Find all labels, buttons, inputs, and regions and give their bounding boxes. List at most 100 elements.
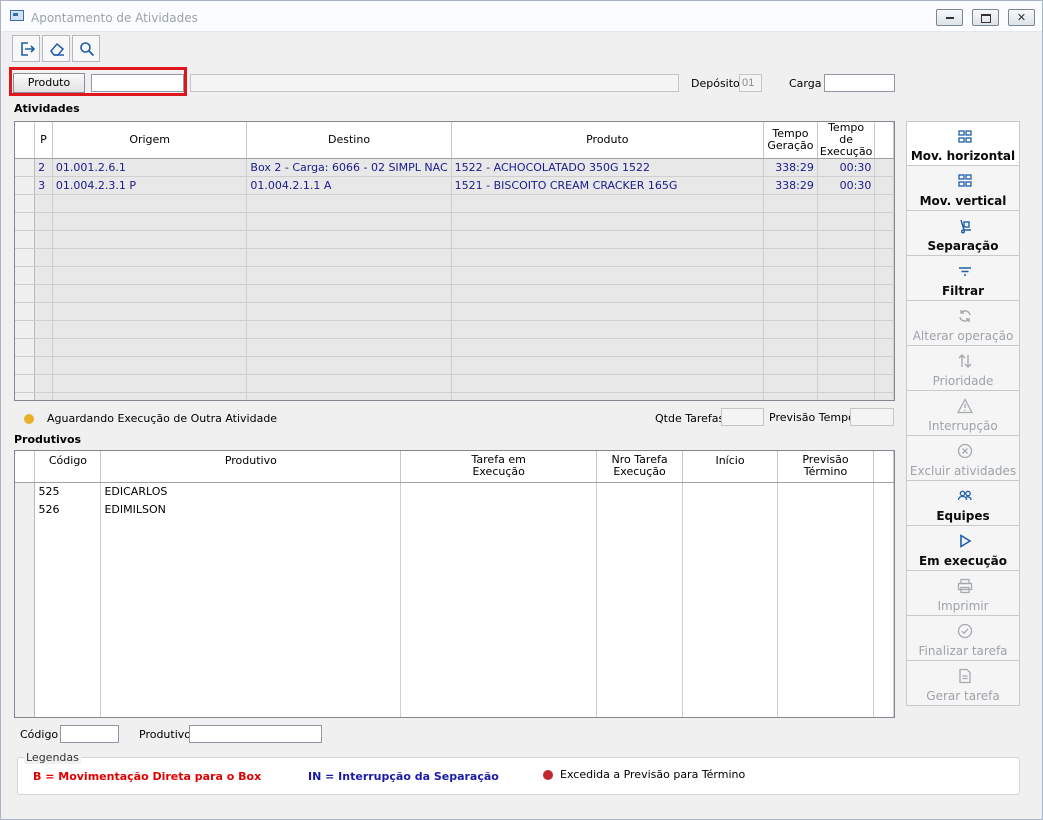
col-header-nro-tarefa[interactable]: Nro Tarefa Execução	[596, 451, 684, 483]
col-header-tempo-geracao[interactable]: Tempo Geração	[763, 122, 818, 159]
col-header-origem[interactable]: Origem	[52, 122, 248, 159]
row-header	[15, 302, 36, 321]
cell-destino: Box 2 - Carga: 6066 - 02 SIMPL NAC	[246, 158, 452, 177]
empty-row	[15, 518, 894, 537]
mov-vertical-button[interactable]: Mov. vertical	[906, 166, 1020, 211]
empty-cell	[52, 284, 248, 303]
exit-button[interactable]	[12, 35, 40, 62]
empty-cell	[817, 392, 876, 400]
carga-input[interactable]	[824, 74, 895, 92]
row-header[interactable]	[15, 158, 36, 177]
filter-icon	[959, 267, 971, 276]
produto-button[interactable]: Produto	[13, 73, 85, 93]
empty-cell	[596, 518, 684, 537]
col-header-produto[interactable]: Produto	[451, 122, 764, 159]
empty-cell	[451, 248, 764, 267]
imprimir-button[interactable]: Imprimir	[906, 571, 1020, 616]
separacao-button[interactable]: Separação	[906, 211, 1020, 256]
table-row[interactable]: 526 EDIMILSON	[15, 500, 894, 519]
actions-panel: Mov. horizontal Mov. vertical Separação …	[906, 121, 1020, 706]
equipes-button[interactable]: Equipes	[906, 481, 1020, 526]
empty-cell	[596, 536, 684, 555]
col-header-tempo-execucao[interactable]: Tempo de Execução	[817, 121, 876, 159]
minimize-button[interactable]	[936, 9, 963, 26]
empty-cell	[763, 194, 818, 213]
app-icon	[10, 10, 24, 21]
empty-cell	[34, 212, 53, 231]
excluir-atividades-button[interactable]: Excluir atividades	[906, 436, 1020, 481]
empty-cell	[400, 518, 598, 537]
empty-cell	[100, 680, 402, 699]
table-row[interactable]: 525 EDICARLOS	[15, 482, 894, 501]
cell-produtivo: EDIMILSON	[100, 500, 402, 519]
filtrar-button[interactable]: Filtrar	[906, 256, 1020, 301]
empty-cell	[400, 536, 598, 555]
empty-cell	[34, 608, 102, 627]
finalizar-tarefa-button[interactable]: Finalizar tarefa	[906, 616, 1020, 661]
empty-cell	[874, 194, 894, 213]
close-button[interactable]: ✕	[1008, 9, 1035, 26]
clear-button[interactable]	[42, 35, 70, 62]
produto-code-input[interactable]	[91, 74, 184, 92]
produtivo-input[interactable]	[189, 725, 322, 743]
alterar-operacao-button[interactable]: Alterar operação	[906, 301, 1020, 346]
row-header[interactable]	[15, 176, 36, 195]
equipes-label: Equipes	[936, 509, 990, 523]
cell-destino: 01.004.2.1.1 A	[246, 176, 452, 195]
search-button[interactable]	[72, 35, 100, 62]
produtivos-grid[interactable]: Código Produtivo Tarefa em Execução Nro T…	[14, 450, 895, 718]
empty-cell	[874, 374, 894, 393]
col-header-p[interactable]: P	[34, 122, 53, 159]
empty-cell	[34, 266, 53, 285]
col-header-produtivo[interactable]: Produtivo	[100, 451, 402, 483]
empty-cell	[763, 356, 818, 375]
col-header-destino[interactable]: Destino	[246, 122, 452, 159]
table-row[interactable]: 3 01.004.2.3.1 P 01.004.2.1.1 A 1521 - B…	[15, 176, 894, 195]
table-row[interactable]: 2 01.001.2.6.1 Box 2 - Carga: 6066 - 02 …	[15, 158, 894, 177]
row-header[interactable]	[15, 500, 36, 519]
atividades-grid[interactable]: P Origem Destino Produto Tempo Geração Te…	[14, 121, 895, 401]
empty-cell	[34, 392, 53, 400]
em-execucao-button[interactable]: Em execução	[906, 526, 1020, 571]
cell-nro-tarefa	[596, 482, 684, 501]
mov-horizontal-button[interactable]: Mov. horizontal	[906, 121, 1020, 166]
empty-row	[15, 320, 894, 339]
empty-cell	[100, 572, 402, 591]
row-header[interactable]	[15, 482, 36, 501]
empty-cell	[400, 644, 598, 663]
col-header-tarefa-execucao[interactable]: Tarefa em Execução	[400, 451, 598, 483]
empty-cell	[451, 338, 764, 357]
empty-cell	[873, 644, 894, 663]
exit-icon	[21, 42, 35, 56]
empty-cell	[874, 320, 894, 339]
empty-cell	[763, 230, 818, 249]
empty-cell	[246, 266, 452, 285]
row-header	[15, 572, 36, 591]
col-header-inicio[interactable]: Início	[682, 451, 778, 483]
col-header-tempo-geracao-l2: Geração	[767, 139, 814, 152]
prioridade-button[interactable]: Prioridade	[906, 346, 1020, 391]
cell-filler	[874, 158, 894, 177]
col-header-prev-l2: Término	[803, 465, 848, 479]
interrupcao-button[interactable]: Interrupção	[906, 391, 1020, 436]
codigo-input[interactable]	[60, 725, 119, 743]
gerar-tarefa-button[interactable]: Gerar tarefa	[906, 661, 1020, 706]
empty-cell	[682, 518, 778, 537]
empty-row	[15, 662, 894, 681]
cell-tempo-geracao: 338:29	[763, 176, 818, 195]
cell-tempo-geracao: 338:29	[763, 158, 818, 177]
empty-cell	[873, 716, 894, 717]
empty-cell	[451, 284, 764, 303]
cell-origem: 01.004.2.3.1 P	[52, 176, 248, 195]
empty-cell	[451, 194, 764, 213]
maximize-button[interactable]	[972, 9, 999, 26]
col-header-tempo-execucao-l1: Tempo de	[828, 121, 865, 146]
empty-cell	[817, 194, 876, 213]
cell-previsao	[777, 482, 874, 501]
empty-cell	[763, 302, 818, 321]
cell-codigo: 526	[34, 500, 102, 519]
col-header-previsao-termino[interactable]: Previsão Término	[777, 451, 874, 483]
col-header-codigo[interactable]: Código	[34, 451, 102, 483]
row-header	[15, 212, 36, 231]
empty-cell	[52, 320, 248, 339]
